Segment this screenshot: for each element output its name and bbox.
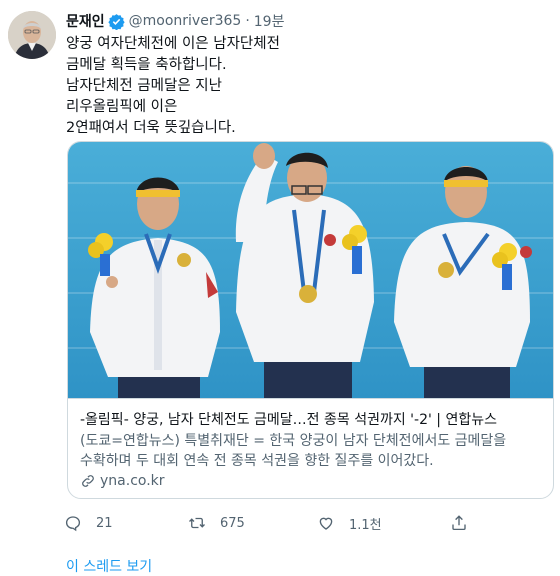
show-thread-link[interactable]: 이 스레드 보기 — [66, 556, 152, 576]
like-button[interactable]: 1.1천 — [317, 512, 382, 534]
verified-badge-icon — [107, 13, 125, 30]
card-domain-text: yna.co.kr — [100, 473, 165, 489]
tweet-text-line: 리우올림픽에 이은 — [66, 99, 178, 115]
tweet-text-line: 2연패여서 더욱 뜻깊습니다. — [66, 120, 236, 136]
tweet-header: 문재인 @moonriver365 · 19분 — [66, 11, 284, 31]
card-title[interactable]: -올림픽- 양궁, 남자 단체전도 금메달…전 종목 석권까지 '-2' | 연… — [80, 410, 545, 430]
tweet-actions: 21 675 1.1천 — [64, 512, 544, 534]
tweet-text-line: 남자단체전 금메달은 지난 — [66, 78, 222, 94]
card-description-line: 수확하며 두 대회 연속 전 종목 석권을 향한 질주를 이어갔다. — [80, 453, 434, 469]
reply-icon — [65, 516, 81, 532]
link-card[interactable]: -올림픽- 양궁, 남자 단체전도 금메달…전 종목 석권까지 '-2' | 연… — [67, 141, 554, 499]
heart-icon — [319, 517, 333, 530]
card-description: (도쿄=연합뉴스) 특별취재단 = 한국 양궁이 남자 단체전에서도 금메달을 … — [80, 431, 545, 471]
tweet: 문재인 @moonriver365 · 19분 양궁 여자단체전에 이은 남자단… — [0, 0, 560, 576]
author-handle[interactable]: @moonriver365 — [129, 13, 242, 29]
share-icon — [452, 515, 466, 531]
link-icon — [82, 475, 94, 487]
card-photo[interactable] — [68, 142, 553, 398]
card-body[interactable]: -올림픽- 양궁, 남자 단체전도 금메달…전 종목 석권까지 '-2' | 연… — [68, 398, 553, 498]
retweet-icon — [189, 517, 205, 529]
tweet-text: 양궁 여자단체전에 이은 남자단체전 금메달 획득을 축하합니다. 남자단체전 … — [66, 34, 546, 139]
tweet-text-line: 양궁 여자단체전에 이은 남자단체전 — [66, 36, 280, 52]
tweet-timestamp[interactable]: 19분 — [254, 11, 285, 31]
card-description-line: (도쿄=연합뉴스) 특별취재단 = 한국 양궁이 남자 단체전에서도 금메달을 — [80, 433, 507, 449]
reply-button[interactable]: 21 — [64, 512, 113, 534]
reply-count: 21 — [96, 515, 113, 531]
retweet-count: 675 — [220, 515, 245, 531]
author-name[interactable]: 문재인 — [66, 11, 105, 31]
avatar[interactable] — [8, 11, 56, 59]
like-count: 1.1천 — [349, 517, 382, 533]
separator: · — [245, 13, 250, 29]
tweet-text-line: 금메달 획득을 축하합니다. — [66, 57, 227, 73]
share-button[interactable] — [450, 512, 482, 534]
retweet-button[interactable]: 675 — [188, 512, 245, 534]
card-domain[interactable]: yna.co.kr — [80, 473, 165, 489]
